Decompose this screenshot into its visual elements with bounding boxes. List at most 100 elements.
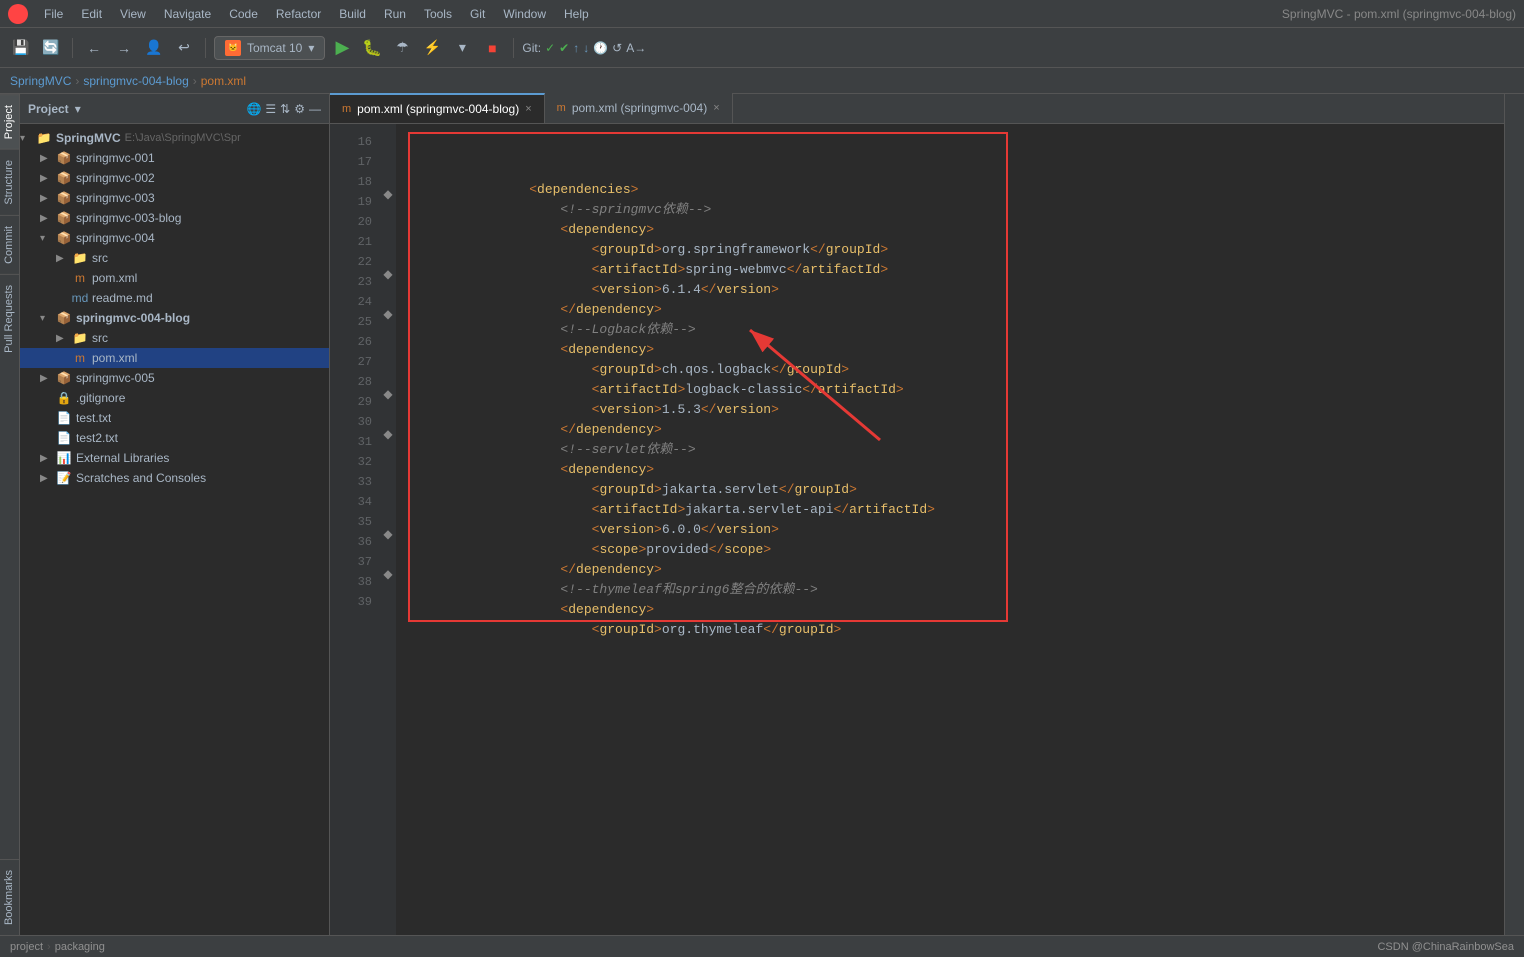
menu-file[interactable]: File: [36, 4, 71, 24]
menu-edit[interactable]: Edit: [73, 4, 110, 24]
tree-scratches[interactable]: ▶ 📝 Scratches and Consoles: [20, 468, 329, 488]
tree-springmvc-004[interactable]: ▾ 📦 springmvc-004: [20, 228, 329, 248]
tree-external-libs[interactable]: ▶ 📊 External Libraries: [20, 448, 329, 468]
git-push-btn[interactable]: ↑: [573, 41, 579, 55]
coverage-button[interactable]: ☂: [389, 35, 415, 61]
line-num-17: 17: [330, 152, 380, 172]
code-content[interactable]: <dependencies> <!--springmvc依赖--> <depen…: [396, 124, 1504, 935]
tab2-close[interactable]: ×: [713, 102, 719, 114]
git-commit-btn[interactable]: ✔: [559, 41, 569, 55]
tree-test2-txt[interactable]: 📄 test2.txt: [20, 428, 329, 448]
profile-button[interactable]: ⚡: [419, 35, 445, 61]
stop-button[interactable]: ■: [479, 35, 505, 61]
line-num-16: 16: [330, 132, 380, 152]
editor-tab-inactive[interactable]: m pom.xml (springmvc-004) ×: [545, 93, 733, 123]
tree-m004b-src[interactable]: ▶ 📁 src: [20, 328, 329, 348]
tree-springmvc-001[interactable]: ▶ 📦 springmvc-001: [20, 148, 329, 168]
tomcat-run-config[interactable]: 🐱 Tomcat 10 ▾: [214, 36, 325, 60]
line-num-29: 29: [330, 392, 380, 412]
tree-springmvc-003-blog[interactable]: ▶ 📦 springmvc-003-blog: [20, 208, 329, 228]
root-folder-icon: 📁: [36, 130, 52, 146]
menu-window[interactable]: Window: [495, 4, 554, 24]
menu-view[interactable]: View: [112, 4, 154, 24]
side-tab-project[interactable]: Project: [0, 94, 19, 149]
line-num-35: 35: [330, 512, 380, 532]
m003-label: springmvc-003: [76, 191, 155, 205]
back-button[interactable]: ←: [81, 35, 107, 61]
breadcrumb-file[interactable]: pom.xml: [201, 74, 246, 88]
test2-txt-label: test2.txt: [76, 431, 118, 445]
tree-m004-pom[interactable]: m pom.xml: [20, 268, 329, 288]
git-history-btn[interactable]: 🕐: [593, 41, 608, 55]
line-num-38: 38: [330, 572, 380, 592]
tab1-close[interactable]: ×: [525, 103, 531, 115]
m001-label: springmvc-001: [76, 151, 155, 165]
tree-springmvc-005[interactable]: ▶ 📦 springmvc-005: [20, 368, 329, 388]
test-txt-label: test.txt: [76, 411, 111, 425]
scratch-label: Scratches and Consoles: [76, 471, 206, 485]
tree-springmvc-003[interactable]: ▶ 📦 springmvc-003: [20, 188, 329, 208]
m004b-icon: 📦: [56, 310, 72, 326]
root-arrow: ▾: [20, 133, 36, 144]
m002-icon: 📦: [56, 170, 72, 186]
menu-git[interactable]: Git: [462, 4, 493, 24]
forward-button[interactable]: →: [111, 35, 137, 61]
sync-button[interactable]: 🔄: [38, 35, 64, 61]
code-editor[interactable]: 16 17 18 19 20 21 22 23 24 25 26 27 28 2…: [330, 124, 1504, 935]
tree-gitignore[interactable]: 🔒 .gitignore: [20, 388, 329, 408]
save-button[interactable]: 💾: [8, 35, 34, 61]
panel-globe-btn[interactable]: 🌐: [246, 102, 261, 116]
menu-refactor[interactable]: Refactor: [268, 4, 329, 24]
panel-close-btn[interactable]: —: [309, 102, 321, 116]
git-check-btn[interactable]: ✓: [545, 41, 555, 55]
breadcrumb-module[interactable]: springmvc-004-blog: [83, 74, 188, 88]
panel-collapse-btn[interactable]: ☰: [265, 102, 276, 116]
menu-help[interactable]: Help: [556, 4, 597, 24]
git-translate-btn[interactable]: A→: [626, 41, 646, 55]
side-tab-bookmarks[interactable]: Bookmarks: [0, 859, 19, 935]
line-num-23: 23: [330, 272, 380, 292]
m003b-label: springmvc-003-blog: [76, 211, 181, 225]
menu-code[interactable]: Code: [221, 4, 266, 24]
tree-m004-readme[interactable]: md readme.md: [20, 288, 329, 308]
tree-m004b-pom[interactable]: m pom.xml: [20, 348, 329, 368]
editor-area: m pom.xml (springmvc-004-blog) × m pom.x…: [330, 94, 1504, 935]
side-tab-structure[interactable]: Structure: [0, 149, 19, 215]
code-line-30: <!--servlet依赖-->: [420, 420, 996, 440]
side-tab-pull-requests[interactable]: Pull Requests: [0, 274, 19, 363]
git-undo-btn[interactable]: ↺: [612, 41, 622, 55]
panel-sort-btn[interactable]: ⇅: [280, 102, 290, 116]
tree-test-txt[interactable]: 📄 test.txt: [20, 408, 329, 428]
dropdown-button[interactable]: ▾: [449, 35, 475, 61]
tab1-label: pom.xml (springmvc-004-blog): [357, 102, 519, 116]
menu-build[interactable]: Build: [331, 4, 374, 24]
undo-button[interactable]: ↩: [171, 35, 197, 61]
tree-springmvc-004-blog[interactable]: ▾ 📦 springmvc-004-blog: [20, 308, 329, 328]
tree-m004-src[interactable]: ▶ 📁 src: [20, 248, 329, 268]
breadcrumb-springmvc[interactable]: SpringMVC: [10, 74, 71, 88]
status-breadcrumb: project › packaging: [10, 941, 105, 953]
menu-run[interactable]: Run: [376, 4, 414, 24]
git-section: Git: ✓ ✔ ↑ ↓ 🕐 ↺ A→: [522, 41, 646, 55]
toolbar-separator3: [513, 38, 514, 58]
m003-icon: 📦: [56, 190, 72, 206]
menu-tools[interactable]: Tools: [416, 4, 460, 24]
menu-navigate[interactable]: Navigate: [156, 4, 219, 24]
line-num-28: 28: [330, 372, 380, 392]
m004-arrow: ▾: [40, 233, 56, 244]
side-tab-commit[interactable]: Commit: [0, 215, 19, 274]
panel-settings-btn[interactable]: ⚙: [294, 102, 305, 116]
tree-root[interactable]: ▾ 📁 SpringMVC E:\Java\SpringMVC\Spr: [20, 128, 329, 148]
line-num-36: 36: [330, 532, 380, 552]
run-button[interactable]: ▶: [329, 35, 355, 61]
breadcrumb-sep1: ›: [75, 74, 79, 88]
git-update-btn[interactable]: ↓: [583, 41, 589, 55]
line-num-37: 37: [330, 552, 380, 572]
debug-button[interactable]: 🐛: [359, 35, 385, 61]
panel-dropdown-icon[interactable]: ▾: [75, 102, 81, 116]
editor-tab-active[interactable]: m pom.xml (springmvc-004-blog) ×: [330, 93, 545, 123]
tree-springmvc-002[interactable]: ▶ 📦 springmvc-002: [20, 168, 329, 188]
user-button[interactable]: 👤: [141, 35, 167, 61]
m004-pom-label: pom.xml: [92, 271, 137, 285]
status-project: project: [10, 941, 43, 953]
